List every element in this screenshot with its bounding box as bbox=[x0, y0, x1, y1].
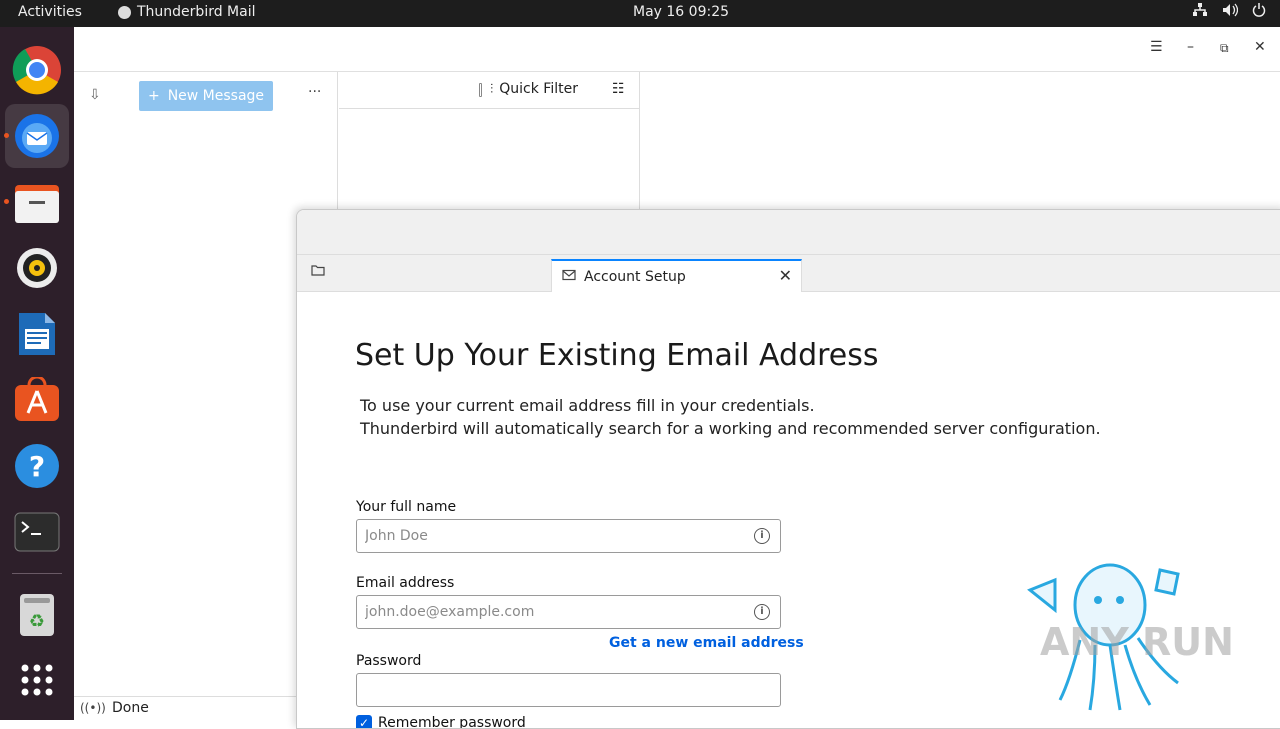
envelope-icon bbox=[562, 269, 576, 285]
dock: ? ♻ bbox=[0, 27, 74, 720]
files-icon[interactable] bbox=[5, 171, 69, 235]
quick-filter-button[interactable]: ⫶ Quick Filter bbox=[490, 81, 578, 97]
close-window-icon[interactable]: ✕ bbox=[1254, 39, 1266, 55]
more-options-icon[interactable]: ··· bbox=[308, 84, 321, 100]
clock[interactable]: May 16 09:25 bbox=[633, 4, 729, 20]
page-title: Set Up Your Existing Email Address bbox=[355, 338, 879, 373]
dialog-title-bar bbox=[297, 210, 1280, 255]
description-line-2: Thunderbird will automatically search fo… bbox=[360, 419, 1101, 438]
close-tab-icon[interactable]: ✕ bbox=[779, 266, 792, 285]
running-indicator bbox=[4, 199, 9, 204]
email-input[interactable] bbox=[357, 596, 737, 628]
remember-password-checkbox[interactable]: ✓ bbox=[356, 715, 372, 728]
writer-icon[interactable] bbox=[5, 302, 69, 366]
splitter-handle[interactable] bbox=[479, 83, 482, 97]
password-input[interactable] bbox=[357, 674, 737, 706]
folder-tab-icon[interactable] bbox=[311, 264, 325, 280]
info-icon[interactable]: i bbox=[754, 604, 770, 620]
power-icon[interactable] bbox=[1252, 3, 1266, 21]
get-new-email-link[interactable]: Get a new email address bbox=[609, 635, 804, 651]
email-label: Email address bbox=[356, 575, 455, 591]
plus-icon: + bbox=[147, 88, 160, 104]
filter-sliders-icon: ⫶ bbox=[490, 81, 494, 97]
new-message-button[interactable]: + New Message bbox=[139, 81, 273, 111]
title-bar: ☰ – ⧉ ✕ bbox=[74, 27, 1280, 72]
anyrun-watermark: ANY RUN bbox=[1010, 560, 1240, 720]
thread-pane: ⫶ Quick Filter ☷ bbox=[339, 72, 640, 212]
system-tray[interactable] bbox=[1192, 3, 1266, 21]
svg-text:♻: ♻ bbox=[29, 611, 45, 632]
remember-password-label: Remember password bbox=[378, 715, 526, 729]
password-field[interactable] bbox=[356, 673, 781, 707]
app-name: Thunderbird Mail bbox=[137, 4, 256, 20]
email-field[interactable]: i bbox=[356, 595, 781, 629]
thread-header: ⫶ Quick Filter ☷ bbox=[339, 72, 639, 109]
get-messages-icon[interactable]: ⇩ bbox=[89, 87, 101, 103]
display-options-icon[interactable]: ☷ bbox=[612, 81, 625, 97]
app-menu[interactable]: Thunderbird Mail bbox=[118, 4, 256, 20]
apps-grid-icon[interactable] bbox=[5, 648, 69, 712]
terminal-icon[interactable] bbox=[5, 500, 69, 564]
status-text: Done bbox=[112, 700, 149, 716]
new-message-label: New Message bbox=[167, 88, 265, 104]
quick-filter-label: Quick Filter bbox=[499, 81, 578, 97]
full-name-field[interactable]: i bbox=[356, 519, 781, 553]
menu-icon[interactable]: ☰ bbox=[1150, 39, 1163, 55]
info-icon[interactable]: i bbox=[754, 528, 770, 544]
help-icon[interactable]: ? bbox=[5, 434, 69, 498]
running-indicator bbox=[4, 133, 9, 138]
thunderbird-icon[interactable] bbox=[5, 104, 69, 168]
trash-icon[interactable]: ♻ bbox=[5, 583, 69, 647]
online-status-icon[interactable]: ((•)) bbox=[80, 701, 106, 715]
full-name-label: Your full name bbox=[356, 499, 457, 515]
rhythmbox-icon[interactable] bbox=[5, 236, 69, 300]
app-center-icon[interactable] bbox=[5, 368, 69, 432]
tab-label: Account Setup bbox=[584, 268, 686, 285]
svg-text:?: ? bbox=[29, 450, 45, 483]
top-bar: Activities Thunderbird Mail May 16 09:25 bbox=[0, 0, 1280, 27]
tab-strip: Account Setup ✕ bbox=[297, 255, 1280, 292]
network-icon[interactable] bbox=[1192, 3, 1208, 21]
tab-account-setup[interactable]: Account Setup ✕ bbox=[551, 259, 802, 292]
watermark-text: ANY RUN bbox=[1040, 620, 1234, 664]
volume-icon[interactable] bbox=[1222, 3, 1239, 21]
full-name-input[interactable] bbox=[357, 520, 737, 552]
restore-icon[interactable]: ⧉ bbox=[1220, 41, 1229, 56]
activities-button[interactable]: Activities bbox=[18, 4, 82, 20]
thunderbird-small-icon bbox=[118, 5, 131, 19]
minimize-icon[interactable]: – bbox=[1187, 39, 1194, 55]
password-label: Password bbox=[356, 653, 422, 669]
chrome-icon[interactable] bbox=[5, 38, 69, 102]
dock-separator bbox=[12, 573, 62, 574]
description-line-1: To use your current email address fill i… bbox=[360, 396, 815, 415]
